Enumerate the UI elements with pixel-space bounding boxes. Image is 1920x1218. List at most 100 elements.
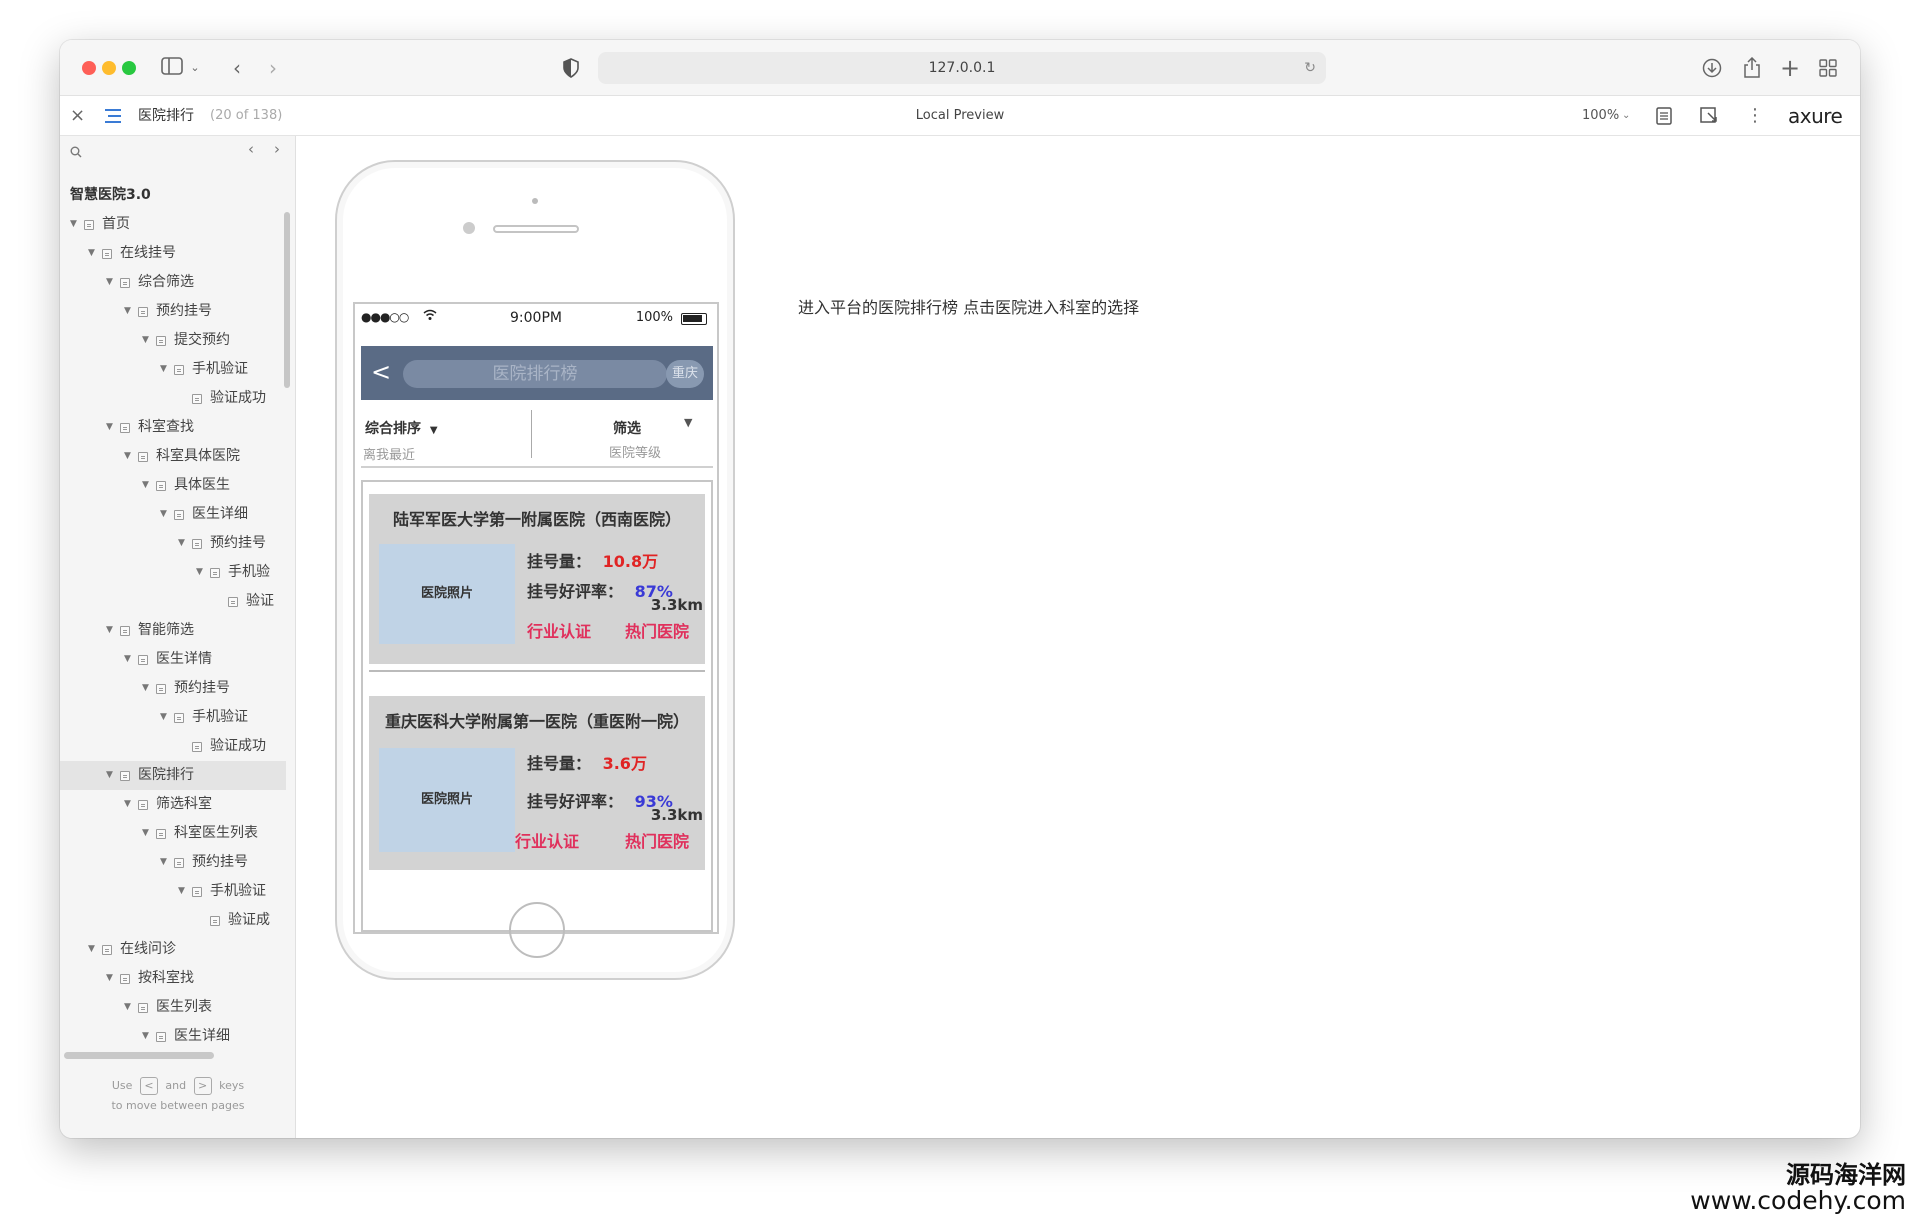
expand-arrow-icon[interactable]: ▼ [178,529,188,558]
search-icon[interactable] [70,144,82,162]
expand-arrow-icon[interactable]: ▼ [88,239,98,268]
expand-arrow-icon[interactable]: ▼ [124,442,134,471]
sort-dropdown[interactable]: 综合排序 ▼ [365,418,438,438]
page-tree-item[interactable]: ▼ 医院排行 [60,761,286,790]
close-sidebar-icon[interactable]: × [70,96,85,136]
filter-dropdown[interactable]: 筛选 [613,418,641,438]
caret-down-icon[interactable]: ▼ [684,416,692,429]
reload-icon[interactable]: ↻ [1304,52,1316,84]
sort-option[interactable]: 离我最近 [363,444,415,463]
expand-arrow-icon[interactable]: ▼ [124,645,134,674]
expand-arrow-icon[interactable]: ▼ [124,993,134,1022]
chevron-down-icon[interactable]: ⌄ [188,54,202,82]
page-tree-item[interactable]: 验证成 [60,906,286,935]
page-tree-item[interactable]: ▼ 医生详情 [60,645,286,674]
page-tree-item[interactable]: 验证 [60,587,286,616]
more-options-icon[interactable]: ⋮ [1746,96,1764,136]
hospital-card[interactable]: 陆军军医大学第一附属医院（西南医院） 医院照片 挂号量： 10.8万 挂号好评率… [369,494,705,664]
page-tree-item[interactable]: 验证成功 [60,732,286,761]
page-tree-item[interactable]: ▼ 首页 [60,210,286,239]
page-tree-label: 首页 [102,216,130,232]
download-icon[interactable] [1700,54,1724,82]
expand-arrow-icon[interactable]: ▼ [160,848,170,877]
page-tree-item[interactable]: ▼ 预约挂号 [60,674,286,703]
city-selector[interactable]: 重庆 [666,360,704,388]
expand-arrow-icon[interactable]: ▼ [124,790,134,819]
expand-arrow-icon[interactable]: ▼ [196,558,206,587]
expand-arrow-icon[interactable]: ▼ [106,413,116,442]
page-tree-label: 验证成 [228,912,270,928]
page-tree-item[interactable]: ▼ 科室具体医院 [60,442,286,471]
sidebar-horizontal-scrollbar[interactable] [64,1052,214,1059]
sidebar-vertical-scrollbar[interactable] [284,212,290,388]
next-page-icon[interactable]: › [274,140,280,158]
page-tree-item[interactable]: ▼ 预约挂号 [60,297,286,326]
expand-arrow-icon[interactable]: ▼ [160,500,170,529]
page-tree-item[interactable]: ▼ 手机验 [60,558,286,587]
page-tree-item[interactable]: ▼ 医生详细 [60,500,286,529]
forward-arrow-icon[interactable]: › [262,54,284,82]
expand-arrow-icon[interactable]: ▼ [88,935,98,964]
page-tree-item[interactable]: ▼ 预约挂号 [60,529,286,558]
expand-arrow-icon[interactable]: ▼ [160,703,170,732]
page-tree-item[interactable]: ▼ 按科室找 [60,964,286,993]
page-tree-item[interactable]: ▼ 医生详细 [60,1022,286,1051]
zoom-select[interactable]: 100% [1582,96,1619,136]
page-tree-item[interactable]: ▼ 医生列表 [60,993,286,1022]
rating-label: 挂号好评率： [527,582,624,601]
expand-arrow-icon[interactable]: ▼ [142,819,152,848]
expand-arrow-icon[interactable]: ▼ [142,326,152,355]
page-icon [192,887,202,897]
expand-arrow-icon[interactable]: ▼ [106,761,116,790]
hospital-photo: 医院照片 [379,748,515,852]
page-tree-item[interactable]: ▼ 在线问诊 [60,935,286,964]
shield-icon[interactable] [560,54,582,82]
address-bar[interactable]: 127.0.0.1 ↻ [598,52,1326,84]
expand-arrow-icon[interactable]: ▼ [142,674,152,703]
sidebar-toggle-icon[interactable] [160,54,184,82]
notes-icon[interactable] [1656,96,1672,141]
minimize-window-button[interactable] [102,61,116,75]
page-tree-label: 验证成功 [210,738,266,754]
page-tree-item[interactable]: ▼ 综合筛选 [60,268,286,297]
expand-arrow-icon[interactable]: ▼ [106,616,116,645]
page-tree-label: 具体医生 [174,477,230,493]
close-window-button[interactable] [82,61,96,75]
expand-arrow-icon[interactable]: ▼ [70,210,80,239]
page-tree-item[interactable]: 验证成功 [60,384,286,413]
share-icon[interactable] [1740,54,1764,82]
tab-overview-icon[interactable] [1816,54,1840,82]
page-list-icon[interactable] [104,96,122,140]
page-tree-item[interactable]: ▼ 在线挂号 [60,239,286,268]
zoom-window-button[interactable] [122,61,136,75]
new-tab-icon[interactable]: + [1778,54,1802,82]
back-arrow-icon[interactable]: ‹ [226,54,248,82]
page-tree-item[interactable]: ▼ 手机验证 [60,355,286,384]
expand-arrow-icon[interactable]: ▼ [160,355,170,384]
page-tree-item[interactable]: ▼ 筛选科室 [60,790,286,819]
hospital-list: 陆军军医大学第一附属医院（西南医院） 医院照片 挂号量： 10.8万 挂号好评率… [361,480,713,932]
page-tree-item[interactable]: ▼ 预约挂号 [60,848,286,877]
page-tree-label: 在线问诊 [120,941,176,957]
prev-page-icon[interactable]: ‹ [248,140,254,158]
expand-arrow-icon[interactable]: ▼ [178,877,188,906]
hospital-card[interactable]: 重庆医科大学附属第一医院（重医附一院） 医院照片 挂号量： 3.6万 挂号好评率… [369,696,705,870]
expand-arrow-icon[interactable]: ▼ [106,964,116,993]
expand-arrow-icon[interactable]: ▼ [106,268,116,297]
inspect-icon[interactable] [1700,96,1718,141]
page-tree-item[interactable]: ▼ 科室医生列表 [60,819,286,848]
expand-arrow-icon[interactable]: ▼ [124,297,134,326]
page-tree-item[interactable]: ▼ 具体医生 [60,471,286,500]
page-tree-item[interactable]: ▼ 手机验证 [60,703,286,732]
chevron-down-icon[interactable]: ⌄ [1622,96,1630,136]
page-icon [120,771,130,781]
page-tree-item[interactable]: ▼ 手机验证 [60,877,286,906]
page-tree-item[interactable]: ▼ 科室查找 [60,413,286,442]
page-tree-item[interactable]: ▼ 智能筛选 [60,616,286,645]
expand-arrow-icon[interactable]: ▼ [142,1022,152,1051]
filter-option[interactable]: 医院等级 [609,442,661,461]
expand-arrow-icon[interactable]: ▼ [142,471,152,500]
back-icon[interactable]: < [371,358,391,386]
page-tree-label: 提交预约 [174,332,230,348]
page-tree-item[interactable]: ▼ 提交预约 [60,326,286,355]
